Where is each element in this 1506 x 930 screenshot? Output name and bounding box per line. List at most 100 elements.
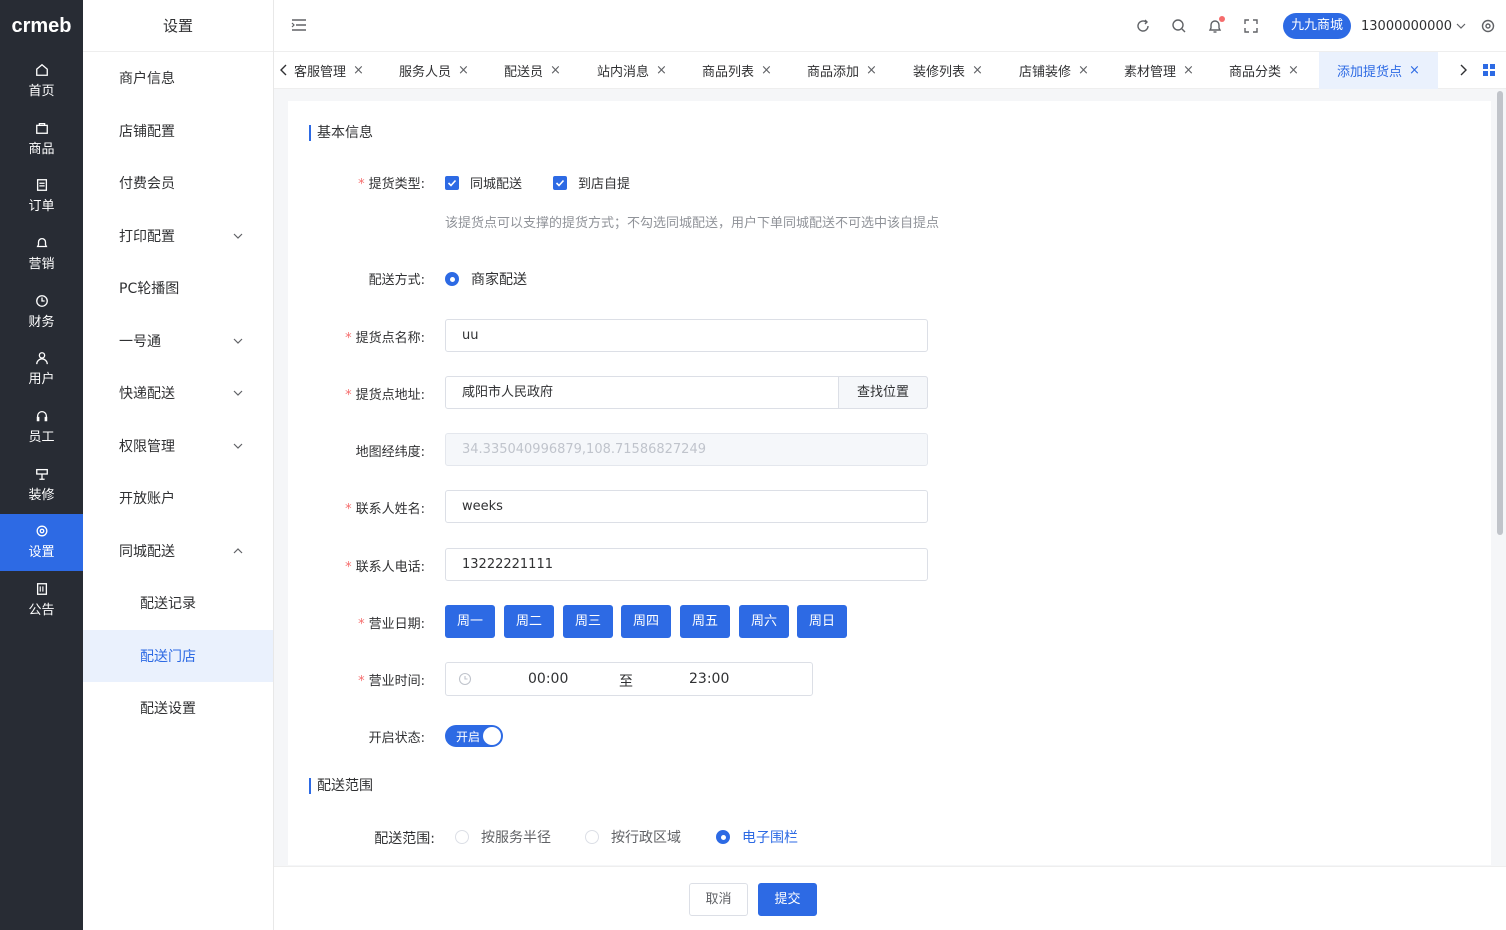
submenu-item-merchant-info[interactable]: 商户信息 (83, 52, 273, 105)
end-time-value[interactable]: 23:00 (689, 671, 729, 687)
radio-merchant-delivery[interactable]: 商家配送 (445, 269, 527, 289)
day-button-tue[interactable]: 周二 (504, 605, 554, 638)
notification-bell-icon[interactable] (1207, 16, 1225, 34)
close-icon[interactable]: × (656, 63, 667, 78)
tab-label: 店铺装修 (1019, 65, 1072, 80)
submenu-item-open-account[interactable]: 开放账户 (83, 472, 273, 525)
tab-decoration-list[interactable]: 装修列表 × (913, 52, 983, 89)
start-time-value[interactable]: 00:00 (528, 671, 568, 687)
pickup-type-hint: 该提货点可以支撑的提货方式；不勾选同城配送，用户下单同城配送不可选中该自提点 (445, 216, 940, 231)
fullscreen-icon[interactable] (1243, 18, 1259, 34)
user-phone[interactable]: 13000000000 (1361, 19, 1452, 34)
settings-gear-icon[interactable] (1480, 18, 1496, 34)
tab-customer-service[interactable]: 客服管理 × (294, 52, 364, 89)
radio-geofence[interactable]: 电子围栏 (716, 827, 798, 847)
day-button-sat[interactable]: 周六 (739, 605, 789, 638)
close-icon[interactable]: × (761, 63, 772, 78)
rail-item-notice[interactable]: 公告 (0, 571, 83, 629)
point-name-input[interactable]: uu (445, 319, 928, 352)
rail-item-users[interactable]: 用户 (0, 340, 83, 398)
rail-item-marketing[interactable]: 营销 (0, 225, 83, 283)
day-button-mon[interactable]: 周一 (445, 605, 495, 638)
coords-input: 34.335040996879,108.71586827249 (445, 433, 928, 466)
day-button-thu[interactable]: 周四 (621, 605, 671, 638)
day-button-sun[interactable]: 周日 (797, 605, 847, 638)
tab-product-add[interactable]: 商品添加 × (807, 52, 877, 89)
submenu-item-delivery-settings[interactable]: 配送设置 (83, 682, 273, 735)
close-icon[interactable]: × (458, 63, 469, 78)
shop-name-badge[interactable]: 九九商城 (1283, 13, 1352, 39)
submenu-item-store-config[interactable]: 店铺配置 (83, 105, 273, 158)
refresh-icon[interactable] (1135, 18, 1151, 34)
tab-materials[interactable]: 素材管理 × (1124, 52, 1194, 89)
menu-toggle-icon[interactable] (291, 17, 307, 33)
tab-store-decoration[interactable]: 店铺装修 × (1019, 52, 1089, 89)
tabs-grid-menu-icon[interactable] (1483, 63, 1495, 77)
close-icon[interactable]: × (866, 63, 877, 78)
close-icon[interactable]: × (1078, 63, 1089, 78)
scrollbar-thumb[interactable] (1497, 91, 1503, 535)
time-range-separator: 至 (619, 674, 633, 690)
submenu-item-pc-banner[interactable]: PC轮播图 (83, 262, 273, 315)
checkbox-label: 同城配送 (470, 177, 523, 192)
chevron-down-icon[interactable] (1456, 21, 1466, 31)
notification-dot (1219, 16, 1225, 22)
rail-item-orders[interactable]: 订单 (0, 167, 83, 225)
tab-product-list[interactable]: 商品列表 × (702, 52, 772, 89)
rail-item-staff[interactable]: 员工 (0, 398, 83, 456)
submenu-item-label: 打印配置 (119, 228, 175, 245)
submenu-item-permissions[interactable]: 权限管理 (83, 420, 273, 473)
checkbox-local-delivery[interactable]: 同城配送 (445, 173, 522, 192)
submenu-item-label: 配送设置 (140, 701, 196, 718)
rail-item-settings[interactable]: 设置 (0, 513, 83, 572)
submenu-item-local-delivery[interactable]: 同城配送 (83, 525, 273, 578)
tab-couriers[interactable]: 配送员 × (504, 52, 561, 89)
submenu-item-paid-member[interactable]: 付费会员 (83, 157, 273, 210)
content-scrollbar[interactable] (1496, 89, 1504, 866)
tab-label: 添加提货点 (1337, 65, 1403, 80)
checkbox-store-pickup[interactable]: 到店自提 (553, 173, 630, 192)
close-icon[interactable]: × (550, 63, 561, 78)
rail-item-decorate[interactable]: 装修 (0, 456, 83, 514)
tab-label: 商品分类 (1229, 65, 1282, 80)
status-toggle-switch[interactable]: 开启 (445, 725, 503, 747)
tab-service-staff[interactable]: 服务人员 × (399, 52, 469, 89)
find-location-button[interactable]: 查找位置 (838, 376, 928, 409)
submenu-item-label: 权限管理 (119, 438, 175, 455)
rail-item-finance[interactable]: 财务 (0, 283, 83, 341)
close-icon[interactable]: × (1183, 63, 1194, 78)
rail-item-goods[interactable]: 商品 (0, 110, 83, 168)
tab-add-pickup-point[interactable]: 添加提货点 × (1319, 52, 1438, 89)
radio-by-region[interactable]: 按行政区域 (585, 827, 681, 847)
submenu-item-yihaotong[interactable]: 一号通 (83, 315, 273, 368)
submenu-item-express[interactable]: 快递配送 (83, 367, 273, 420)
tabs-scroll-right-icon[interactable] (1457, 63, 1469, 77)
business-hours-range-picker[interactable]: 00:00 至 23:00 (445, 662, 813, 696)
coords-label: 地图经纬度: (355, 445, 425, 460)
radio-by-radius[interactable]: 按服务半径 (455, 827, 551, 847)
search-icon[interactable] (1171, 18, 1187, 34)
submenu-item-delivery-stores[interactable]: 配送门店 (83, 629, 273, 682)
contact-name-input[interactable]: weeks (445, 490, 928, 523)
submenu-item-print-config[interactable]: 打印配置 (83, 210, 273, 263)
cancel-button[interactable]: 取消 (689, 883, 748, 916)
tabs-scroll-left-icon[interactable] (278, 63, 290, 77)
close-icon[interactable]: × (353, 63, 364, 78)
close-icon[interactable]: × (1409, 63, 1420, 78)
tab-product-category[interactable]: 商品分类 × (1229, 52, 1299, 89)
radio-selected-icon (716, 830, 730, 844)
business-days-label: * 营业日期: (358, 617, 425, 632)
close-icon[interactable]: × (972, 63, 983, 78)
submenu-item-delivery-records[interactable]: 配送记录 (83, 577, 273, 630)
day-button-fri[interactable]: 周五 (680, 605, 730, 638)
contact-phone-input[interactable]: 13222221111 (445, 548, 928, 581)
radio-unselected-icon (585, 830, 599, 844)
rail-item-label: 员工 (28, 429, 55, 445)
submit-button[interactable]: 提交 (758, 883, 817, 916)
day-button-wed[interactable]: 周三 (563, 605, 613, 638)
contact-phone-label: * 联系人电话: (345, 560, 425, 575)
rail-item-home[interactable]: 首页 (0, 52, 83, 110)
close-icon[interactable]: × (1288, 63, 1299, 78)
brand-logo[interactable]: crmeb (0, 0, 83, 52)
tab-site-messages[interactable]: 站内消息 × (597, 52, 667, 89)
